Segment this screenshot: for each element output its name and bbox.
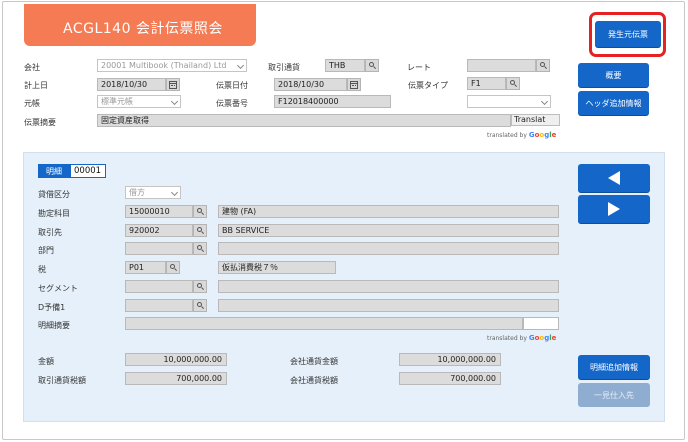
tax-amount-field: 700,000.00 bbox=[125, 372, 227, 385]
detail-tab[interactable]: 明細 bbox=[38, 164, 70, 178]
segment-label: セグメント bbox=[38, 284, 78, 293]
translated-by-text: translated by bbox=[487, 132, 527, 139]
header-extra-info-button[interactable]: ヘッダ追加情報 bbox=[578, 91, 649, 115]
account-label: 勘定科目 bbox=[38, 209, 70, 218]
dc-label: 貸借区分 bbox=[38, 190, 70, 199]
search-icon bbox=[539, 62, 547, 70]
company-select-value: 20001 Multibook (Thailand) Ltd bbox=[101, 61, 227, 70]
account-code-field: 15000010 bbox=[125, 205, 193, 218]
slip-date-label: 伝票日付 bbox=[216, 81, 248, 90]
d-reserve-search-button[interactable] bbox=[193, 299, 207, 312]
ledger-select-value: 標準元帳 bbox=[101, 97, 133, 106]
d-reserve-label: D予備1 bbox=[38, 303, 66, 312]
partner-label: 取引先 bbox=[38, 228, 62, 237]
search-icon bbox=[196, 245, 204, 253]
summary-label: 伝票摘要 bbox=[24, 118, 56, 127]
google-logo-e: e bbox=[551, 334, 557, 342]
dept-code-field bbox=[125, 242, 193, 255]
one-time-vendor-button[interactable]: 一見仕入先 bbox=[578, 383, 650, 407]
calendar-icon bbox=[169, 80, 177, 89]
amount-field: 10,000,000.00 bbox=[125, 353, 227, 366]
ledger-select[interactable]: 標準元帳 bbox=[97, 95, 181, 108]
company-tax-field: 700,000.00 bbox=[399, 372, 501, 385]
dc-select[interactable]: 借方 bbox=[125, 186, 181, 199]
account-name-field: 建物 (FA) bbox=[218, 205, 559, 218]
ledger-label: 元帳 bbox=[24, 99, 40, 108]
translate-button[interactable]: Translat bbox=[511, 114, 560, 126]
slip-no-field: F12018400000 bbox=[274, 95, 391, 108]
slip-no-label: 伝票番号 bbox=[216, 99, 248, 108]
slip-type-field: F1 bbox=[467, 77, 506, 90]
translated-by-text: translated by bbox=[487, 335, 527, 342]
google-logo-e: e bbox=[551, 131, 557, 139]
d-reserve-code-field bbox=[125, 299, 193, 312]
memo-label: 明細摘要 bbox=[38, 321, 70, 330]
rate-search-button[interactable] bbox=[536, 59, 550, 72]
segment-name-field bbox=[218, 280, 559, 293]
dept-label: 部門 bbox=[38, 246, 54, 255]
company-amount-field: 10,000,000.00 bbox=[399, 353, 501, 366]
rate-field bbox=[467, 59, 536, 72]
arrow-right-icon bbox=[608, 202, 620, 216]
search-icon bbox=[196, 208, 204, 216]
company-select[interactable]: 20001 Multibook (Thailand) Ltd bbox=[97, 59, 247, 72]
company-label: 会社 bbox=[24, 63, 40, 72]
chevron-down-icon bbox=[236, 61, 245, 70]
search-icon bbox=[509, 80, 517, 88]
posting-date-calendar-button[interactable] bbox=[166, 78, 180, 91]
chevron-down-icon bbox=[540, 97, 549, 106]
memo-translate-button[interactable] bbox=[523, 317, 559, 330]
tax-amount-label: 取引通貨税額 bbox=[38, 376, 86, 385]
rate-label: レート bbox=[407, 63, 431, 72]
slip-date-calendar-button[interactable] bbox=[347, 78, 361, 91]
currency-search-button[interactable] bbox=[365, 59, 379, 72]
segment-code-field bbox=[125, 280, 193, 293]
summary-field: 固定資産取得 bbox=[97, 114, 511, 127]
prev-line-button[interactable] bbox=[578, 164, 650, 192]
search-icon bbox=[196, 227, 204, 235]
dept-name-field bbox=[218, 242, 559, 255]
calendar-icon bbox=[350, 80, 358, 89]
chevron-down-icon bbox=[170, 188, 179, 197]
partner-search-button[interactable] bbox=[193, 224, 207, 237]
tax-name-field: 仮払消費税７％ bbox=[218, 261, 336, 274]
search-icon bbox=[196, 283, 204, 291]
arrow-left-icon bbox=[608, 171, 620, 185]
amount-label: 金額 bbox=[38, 357, 54, 366]
detail-extra-info-button[interactable]: 明細追加情報 bbox=[578, 355, 650, 379]
partner-code-field: 920002 bbox=[125, 224, 193, 237]
tax-code-field: P01 bbox=[125, 261, 166, 274]
option-select[interactable] bbox=[467, 95, 551, 108]
chevron-down-icon bbox=[170, 97, 179, 106]
title-banner: ACGL140 会計伝票照会 bbox=[24, 4, 256, 46]
search-icon bbox=[196, 302, 204, 310]
segment-search-button[interactable] bbox=[193, 280, 207, 293]
company-amount-label: 会社通貨金額 bbox=[290, 357, 338, 366]
slip-type-search-button[interactable] bbox=[506, 77, 520, 90]
tax-label: 税 bbox=[38, 265, 46, 274]
dc-select-value: 借方 bbox=[129, 188, 145, 197]
tax-search-button[interactable] bbox=[166, 261, 180, 274]
google-attribution-detail: translated by Google bbox=[487, 334, 556, 342]
search-icon bbox=[169, 264, 177, 272]
posting-date-field: 2018/10/30 bbox=[97, 78, 166, 91]
memo-field bbox=[125, 317, 523, 330]
posting-date-label: 計上日 bbox=[24, 81, 48, 90]
account-search-button[interactable] bbox=[193, 205, 207, 218]
detail-line-number: 00001 bbox=[70, 164, 106, 178]
slip-date-field: 2018/10/30 bbox=[274, 78, 347, 91]
d-reserve-name-field bbox=[218, 299, 559, 312]
dept-search-button[interactable] bbox=[193, 242, 207, 255]
search-icon bbox=[368, 62, 376, 70]
company-tax-label: 会社通貨税額 bbox=[290, 376, 338, 385]
slip-type-label: 伝票タイプ bbox=[408, 81, 448, 90]
source-slip-button[interactable]: 発生元伝票 bbox=[595, 21, 661, 47]
next-line-button[interactable] bbox=[578, 195, 650, 223]
currency-field: THB bbox=[325, 59, 365, 72]
google-attribution: translated by Google bbox=[487, 131, 556, 139]
overview-button[interactable]: 概要 bbox=[578, 63, 649, 87]
partner-name-field: BB SERVICE bbox=[218, 224, 559, 237]
page-title: ACGL140 会計伝票照会 bbox=[63, 21, 223, 37]
currency-label: 取引通貨 bbox=[268, 63, 300, 72]
